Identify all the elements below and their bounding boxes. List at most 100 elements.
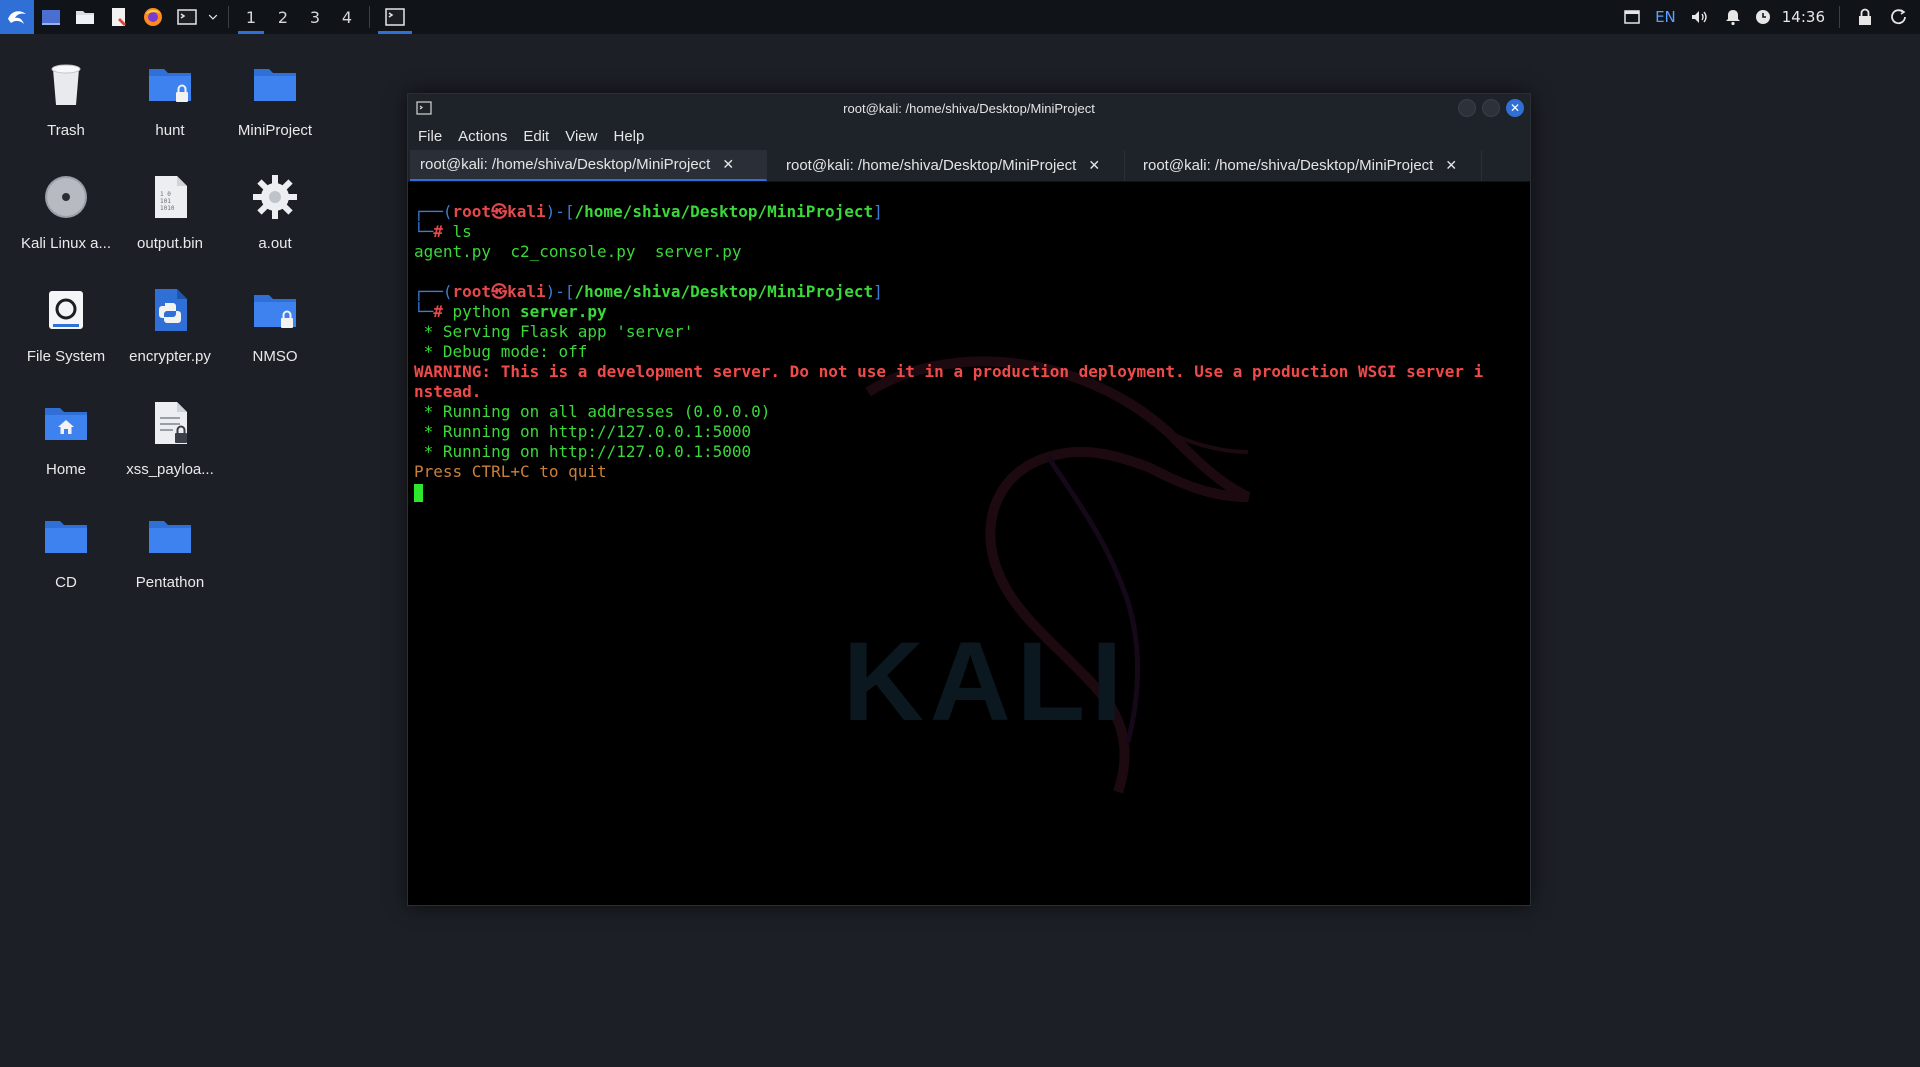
output-line: * Serving Flask app 'server'	[414, 322, 694, 341]
panel-separator	[369, 6, 370, 28]
command-text: ls	[452, 222, 472, 241]
workspace-3[interactable]: 3	[299, 0, 331, 34]
keyboard-layout[interactable]: EN	[1651, 8, 1680, 26]
desktop-icon-label: MiniProject	[237, 122, 313, 139]
top-panel: 1 2 3 4 EN 14:36	[0, 0, 1920, 34]
close-button[interactable]: ✕	[1506, 99, 1524, 117]
output-line: * Running on http://127.0.0.1:5000	[414, 442, 752, 461]
desktop-icon-label: encrypter.py	[129, 348, 211, 365]
desktop-icon-hunt[interactable]: hunt	[118, 50, 222, 158]
terminal-window-icon	[416, 101, 432, 115]
output-line: agent.py c2_console.py server.py	[414, 242, 742, 261]
terminal-icon	[385, 8, 405, 26]
prompt-hash: #	[433, 222, 443, 241]
tab-label: root@kali: /home/shiva/Desktop/MiniProje…	[1143, 157, 1434, 174]
desktop-icon-label: Pentathon	[135, 574, 205, 591]
gear-icon	[247, 169, 303, 225]
firefox-icon[interactable]	[136, 0, 170, 34]
file-locked-icon	[142, 395, 198, 451]
desktop-icon-label: Trash	[47, 122, 85, 139]
desktop-icon-miniproject[interactable]: MiniProject	[223, 50, 327, 158]
clock-time[interactable]: 14:36	[1778, 8, 1829, 26]
text-editor-icon[interactable]	[102, 0, 136, 34]
tab-close-icon[interactable]: ✕	[1445, 157, 1457, 174]
workspace-1[interactable]: 1	[235, 0, 267, 34]
desktop-icon-label: output.bin	[137, 235, 203, 252]
terminal-icon[interactable]	[170, 0, 204, 34]
terminal-tab-1[interactable]: root@kali: /home/shiva/Desktop/MiniProje…	[410, 150, 767, 181]
clock-icon	[1752, 0, 1774, 34]
desktop-icon-label: Kali Linux a...	[20, 235, 112, 252]
desktop-icon-xss-payload[interactable]: xss_payloa...	[118, 389, 222, 497]
panel-separator	[228, 6, 229, 28]
desktop-icon-file-system[interactable]: File System	[14, 276, 118, 384]
desktop-icon-trash[interactable]: Trash	[14, 50, 118, 158]
output-line: * Running on all addresses (0.0.0.0)	[414, 402, 771, 421]
minimize-button[interactable]	[1458, 99, 1476, 117]
chevron-down-icon[interactable]	[204, 0, 222, 34]
tab-label: root@kali: /home/shiva/Desktop/MiniProje…	[420, 156, 711, 173]
binary-file-icon: 1 0 101 1010	[142, 169, 198, 225]
window-title: root@kali: /home/shiva/Desktop/MiniProje…	[843, 100, 1095, 116]
window-titlebar[interactable]: root@kali: /home/shiva/Desktop/MiniProje…	[408, 94, 1530, 122]
volume-icon[interactable]	[1684, 0, 1714, 34]
desktop-icon-home[interactable]: Home	[14, 389, 118, 497]
desktop-icon-output-bin[interactable]: 1 0 101 1010 output.bin	[118, 163, 222, 271]
prompt-line: ┌──(root㉿kali)-[/home/shiva/Desktop/Mini…	[414, 282, 883, 301]
prompt-path: /home/shiva/Desktop/MiniProject	[574, 282, 874, 301]
desktop-icon-label: File System	[26, 348, 106, 365]
menu-view[interactable]: View	[565, 128, 597, 145]
logout-icon[interactable]	[1884, 0, 1914, 34]
window-controls: ✕	[1458, 99, 1524, 117]
taskbar-terminal-button[interactable]	[376, 0, 414, 34]
lock-screen-icon[interactable]	[1850, 0, 1880, 34]
command-line: └─# ls	[414, 222, 472, 241]
warning-line: WARNING: This is a development server. D…	[414, 362, 1484, 381]
desktop-icon-nmso[interactable]: NMSO	[223, 276, 327, 384]
folder-locked-icon	[142, 56, 198, 112]
desktop-icon-label: NMSO	[252, 348, 298, 365]
terminal-output[interactable]: KALI ┌──(root㉿kali)-[/home/shiva/Desktop…	[408, 182, 1530, 905]
desktop-icon-a-out[interactable]: a.out	[223, 163, 327, 271]
prompt-path: /home/shiva/Desktop/MiniProject	[574, 202, 874, 221]
terminal-tab-2[interactable]: root@kali: /home/shiva/Desktop/MiniProje…	[767, 150, 1125, 181]
svg-text:1010: 1010	[160, 205, 175, 212]
output-line: * Debug mode: off	[414, 342, 588, 361]
folder-icon	[247, 56, 303, 112]
desktop-icon-pentathon[interactable]: Pentathon	[118, 502, 222, 610]
maximize-button[interactable]	[1482, 99, 1500, 117]
window-list-icon[interactable]	[1617, 0, 1647, 34]
menu-file[interactable]: File	[418, 128, 442, 145]
menu-edit[interactable]: Edit	[523, 128, 549, 145]
quit-hint: Press CTRL+C to quit	[414, 462, 607, 481]
desktop-icon-label: hunt	[155, 122, 185, 139]
tab-close-icon[interactable]: ✕	[722, 156, 734, 173]
prompt-at: ㉿	[491, 202, 508, 221]
show-desktop-icon[interactable]	[34, 0, 68, 34]
desktop-icon-encrypter-py[interactable]: encrypter.py	[118, 276, 222, 384]
drive-icon	[38, 282, 94, 338]
kali-menu-icon[interactable]	[0, 0, 34, 34]
desktop-icon-cd[interactable]: CD	[14, 502, 118, 610]
desktop-icon-label: Home	[45, 461, 86, 478]
command-program: python	[452, 302, 511, 321]
folder-locked-icon	[247, 282, 303, 338]
panel-separator	[1839, 6, 1840, 28]
terminal-tab-3[interactable]: root@kali: /home/shiva/Desktop/MiniProje…	[1125, 150, 1482, 181]
tab-label: root@kali: /home/shiva/Desktop/MiniProje…	[786, 157, 1077, 174]
workspace-2[interactable]: 2	[267, 0, 299, 34]
prompt-at: ㉿	[491, 282, 508, 301]
prompt-host: kali	[507, 202, 546, 221]
tab-close-icon[interactable]: ✕	[1088, 157, 1100, 174]
svg-text:1 0: 1 0	[160, 191, 171, 198]
menu-help[interactable]: Help	[613, 128, 644, 145]
desktop-icon-kali-linux[interactable]: Kali Linux a...	[14, 163, 118, 271]
home-folder-icon	[38, 395, 94, 451]
workspace-4[interactable]: 4	[331, 0, 363, 34]
menu-actions[interactable]: Actions	[458, 128, 507, 145]
file-manager-icon[interactable]	[68, 0, 102, 34]
command-argument: server.py	[519, 302, 607, 321]
notification-bell-icon[interactable]	[1718, 0, 1748, 34]
output-line: * Running on http://127.0.0.1:5000	[414, 422, 752, 441]
